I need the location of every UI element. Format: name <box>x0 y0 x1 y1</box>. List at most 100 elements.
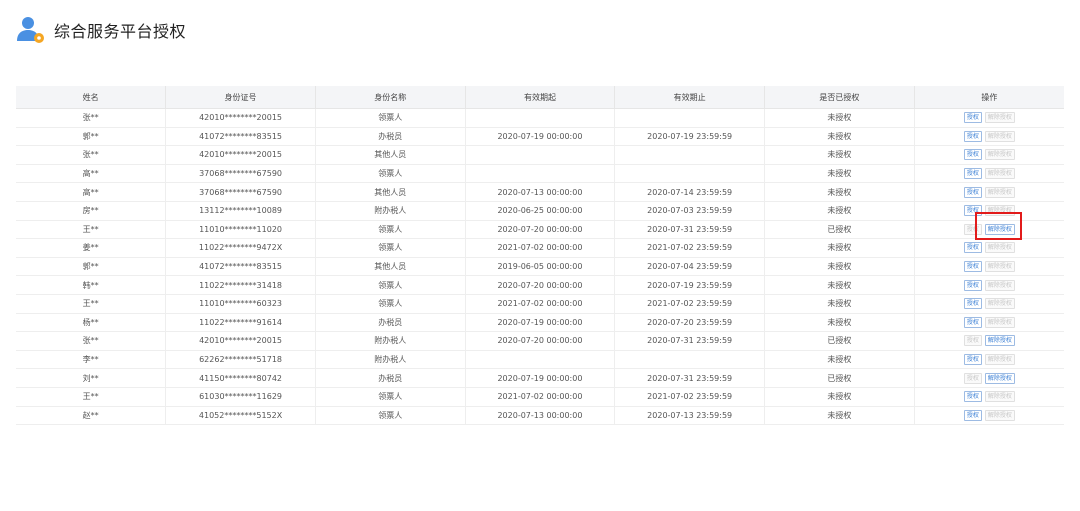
cell-role: 领票人 <box>315 406 466 426</box>
revoke-authorization-button[interactable]: 解除授权 <box>984 372 1015 384</box>
authorize-button[interactable]: 授权 <box>963 186 982 198</box>
table-row: 张** 42010********20015 附办税人 2020-07-20 00:0… <box>16 331 1064 351</box>
authorize-button[interactable]: 授权 <box>963 372 982 384</box>
cell-valid-from: 2021-07-02 00:00:00 <box>465 294 616 314</box>
authorize-button[interactable]: 授权 <box>963 354 982 366</box>
table-row: 张** 42010********20015 领票人 未授权 授权 解除授权 <box>16 108 1064 128</box>
revoke-authorization-button[interactable]: 解除授权 <box>984 261 1015 273</box>
cell-auth-status: 未授权 <box>764 145 915 165</box>
cell-id-number: 11010********11020 <box>165 220 316 240</box>
row-actions: 授权 解除授权 <box>915 279 1064 291</box>
cell-id-number: 11022********31418 <box>165 275 316 295</box>
revoke-authorization-button[interactable]: 解除授权 <box>984 279 1015 291</box>
cell-valid-to: 2020-07-31 23:59:59 <box>614 368 766 388</box>
row-actions: 授权 解除授权 <box>915 372 1064 384</box>
authorize-button[interactable]: 授权 <box>963 409 982 421</box>
revoke-authorization-button[interactable]: 解除授权 <box>984 112 1015 124</box>
cell-auth-status: 未授权 <box>764 275 915 295</box>
row-actions: 授权 解除授权 <box>915 354 1064 366</box>
table-row: 高** 37068********67590 其他人员 2020-07-13 00:0… <box>16 182 1064 202</box>
revoke-authorization-button[interactable]: 解除授权 <box>984 354 1015 366</box>
cell-id-number: 11022********9472X <box>165 238 316 258</box>
cell-role: 领票人 <box>315 220 466 240</box>
table-row: 张** 42010********20015 其他人员 未授权 授权 解除授权 <box>16 145 1064 165</box>
cell-role: 办税员 <box>315 127 466 147</box>
cell-valid-from: 2021-07-02 00:00:00 <box>465 387 616 407</box>
table-header-row: 姓名 身份证号 身份名称 有效期起 有效期止 是否已授权 操作 <box>16 86 1064 109</box>
cell-valid-to: 2021-07-02 23:59:59 <box>614 294 766 314</box>
cell-auth-status: 未授权 <box>764 182 915 202</box>
cell-actions: 授权 解除授权 <box>914 164 1064 184</box>
revoke-authorization-button[interactable]: 解除授权 <box>984 149 1015 161</box>
revoke-authorization-button[interactable]: 解除授权 <box>984 130 1015 142</box>
authorize-button[interactable]: 授权 <box>963 149 982 161</box>
cell-role: 领票人 <box>315 294 466 314</box>
authorize-button[interactable]: 授权 <box>963 112 982 124</box>
cell-role: 办税员 <box>315 313 466 333</box>
user-settings-icon <box>16 15 46 45</box>
row-actions: 授权 解除授权 <box>915 261 1064 273</box>
cell-valid-from <box>465 108 616 128</box>
authorize-button[interactable]: 授权 <box>963 279 982 291</box>
cell-name: 高** <box>16 182 167 202</box>
cell-role: 附办税人 <box>315 350 466 370</box>
revoke-authorization-button[interactable]: 解除授权 <box>984 242 1015 254</box>
table-row: 高** 37068********67590 领票人 未授权 授权 解除授权 <box>16 164 1064 184</box>
column-header-valid-from: 有效期起 <box>465 86 616 109</box>
cell-auth-status: 未授权 <box>764 164 915 184</box>
cell-valid-from: 2019-06-05 00:00:00 <box>465 257 616 277</box>
revoke-authorization-button[interactable]: 解除授权 <box>984 186 1015 198</box>
table-body: 张** 42010********20015 领票人 未授权 授权 解除授权 郭** 4107… <box>16 108 1064 426</box>
revoke-authorization-button[interactable]: 解除授权 <box>984 335 1015 347</box>
cell-valid-to: 2020-07-13 23:59:59 <box>614 406 766 426</box>
authorize-button[interactable]: 授权 <box>963 391 982 403</box>
revoke-authorization-button[interactable]: 解除授权 <box>984 168 1015 180</box>
row-actions: 授权 解除授权 <box>915 168 1064 180</box>
cell-role: 领票人 <box>315 108 466 128</box>
revoke-authorization-button[interactable]: 解除授权 <box>984 409 1015 421</box>
cell-actions: 授权 解除授权 <box>914 127 1064 147</box>
authorize-button[interactable]: 授权 <box>963 298 982 310</box>
row-actions: 授权 解除授权 <box>915 391 1064 403</box>
cell-valid-from: 2020-07-19 00:00:00 <box>465 368 616 388</box>
authorize-button[interactable]: 授权 <box>963 335 982 347</box>
cell-valid-to: 2020-07-14 23:59:59 <box>614 182 766 202</box>
row-actions: 授权 解除授权 <box>915 130 1064 142</box>
cell-name: 王** <box>16 387 167 407</box>
cell-actions: 授权 解除授权 <box>914 350 1064 370</box>
cell-valid-from: 2020-07-19 00:00:00 <box>465 313 616 333</box>
cell-valid-from: 2020-06-25 00:00:00 <box>465 201 616 221</box>
authorize-button[interactable]: 授权 <box>963 261 982 273</box>
cell-id-number: 61030********11629 <box>165 387 316 407</box>
revoke-authorization-button[interactable]: 解除授权 <box>984 316 1015 328</box>
table-row: 韩** 11022********31418 领票人 2020-07-20 00:00… <box>16 275 1064 295</box>
table-row: 姜** 11022********9472X 领票人 2021-07-02 00:00… <box>16 238 1064 258</box>
cell-valid-to: 2021-07-02 23:59:59 <box>614 238 766 258</box>
row-actions: 授权 解除授权 <box>915 149 1064 161</box>
cell-auth-status: 未授权 <box>764 294 915 314</box>
authorize-button[interactable]: 授权 <box>963 168 982 180</box>
revoke-authorization-button[interactable]: 解除授权 <box>984 391 1015 403</box>
authorize-button[interactable]: 授权 <box>963 130 982 142</box>
cell-valid-to: 2020-07-19 23:59:59 <box>614 275 766 295</box>
cell-valid-to <box>614 350 766 370</box>
authorize-button[interactable]: 授权 <box>963 242 982 254</box>
cell-auth-status: 未授权 <box>764 257 915 277</box>
row-actions: 授权 解除授权 <box>915 186 1064 198</box>
cell-id-number: 13112********10089 <box>165 201 316 221</box>
cell-valid-to: 2020-07-20 23:59:59 <box>614 313 766 333</box>
revoke-authorization-button[interactable]: 解除授权 <box>984 298 1015 310</box>
authorize-button[interactable]: 授权 <box>963 316 982 328</box>
cell-valid-from: 2021-07-02 00:00:00 <box>465 238 616 258</box>
cell-actions: 授权 解除授权 <box>914 145 1064 165</box>
row-actions: 授权 解除授权 <box>915 316 1064 328</box>
cell-auth-status: 已授权 <box>764 220 915 240</box>
table-row: 刘** 41150********80742 办税员 2020-07-19 00:00… <box>16 368 1064 388</box>
row-actions: 授权 解除授权 <box>915 335 1064 347</box>
page-header: 综合服务平台授权 <box>16 15 186 45</box>
authorization-table: 姓名 身份证号 身份名称 有效期起 有效期止 是否已授权 操作 张** 42010… <box>16 86 1064 426</box>
table-row: 王** 11010********60323 领票人 2021-07-02 00:00… <box>16 294 1064 314</box>
column-header-id-number: 身份证号 <box>165 86 316 109</box>
column-header-name: 姓名 <box>16 86 167 109</box>
cell-actions: 授权 解除授权 <box>914 331 1064 351</box>
